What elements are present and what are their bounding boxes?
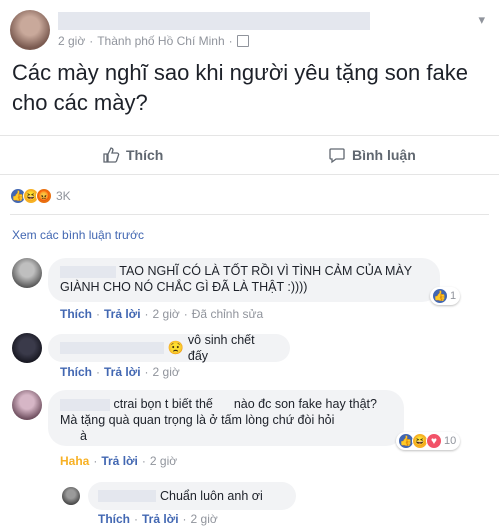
commenter-name-redacted[interactable]	[60, 265, 116, 278]
comment-time[interactable]: 2 giờ	[150, 454, 177, 468]
post-time[interactable]: 2 giờ	[58, 34, 85, 48]
post-meta: 2 giờ · Thành phố Hồ Chí Minh ·	[58, 34, 249, 48]
poster-avatar[interactable]	[10, 10, 50, 50]
comment-reaction-count: 1	[450, 290, 457, 302]
poster-name-redacted[interactable]	[58, 12, 370, 30]
reactions-summary[interactable]: 👍 😆 😡 3K	[10, 188, 71, 204]
love-reaction-icon: ♥	[426, 433, 442, 449]
commenter-avatar[interactable]	[12, 258, 42, 288]
angry-reaction-icon: 😡	[36, 188, 52, 204]
reply-time[interactable]: 2 giờ	[191, 512, 218, 526]
commenter-name-redacted[interactable]	[60, 342, 164, 354]
reply-like-link[interactable]: Thích	[98, 512, 130, 526]
privacy-icon	[236, 35, 249, 47]
reply-reply-link[interactable]: Trả lời	[142, 512, 179, 526]
reply-actions: Thích · Trả lời · 2 giờ	[98, 512, 218, 526]
comment-edited[interactable]: Đã chỉnh sửa	[192, 307, 263, 321]
comment-reactions[interactable]: 👍 1	[430, 287, 461, 305]
like-reaction-icon: 👍	[432, 288, 448, 304]
comment-bubble: 😟 vô sinh chết đấy	[48, 333, 290, 363]
comment-reply-link[interactable]: Trả lời	[104, 307, 141, 321]
reply-text: Chuẩn luôn anh ơi	[160, 489, 263, 503]
like-button[interactable]: Thích	[102, 146, 163, 164]
post-location[interactable]: Thành phố Hồ Chí Minh	[97, 34, 224, 48]
reaction-count: 3K	[56, 189, 71, 203]
comment-label: Bình luận	[352, 147, 416, 163]
comment-button[interactable]: Bình luận	[328, 146, 416, 164]
comment-text-line2: Mà tặng quà quan trọng là ở tấm lòng chứ…	[60, 413, 335, 427]
comment-text: vô sinh chết đấy	[187, 333, 255, 363]
comment-actions: Thích · Trả lời · 2 giờ	[60, 365, 180, 379]
comment-time[interactable]: 2 giờ	[153, 307, 180, 321]
comment-actions: Thích · Trả lời · 2 giờ · Đã chỉnh sửa	[60, 307, 264, 321]
post-options-icon[interactable]: ▾	[478, 12, 485, 28]
commenter-avatar[interactable]	[12, 390, 42, 420]
comment-bubble: TAO NGHĨ CÓ LÀ TỐT RỒI VÌ TÌNH CẢM CỦA M…	[48, 258, 440, 302]
comment-like-link[interactable]: Thích	[60, 307, 92, 321]
commenter-name-redacted[interactable]	[60, 398, 110, 411]
comment-bubble: ctrai bọn t biết thế nào đc son fake hay…	[48, 390, 404, 446]
post-text: Các mày nghĩ sao khi người yêu tặng son …	[12, 60, 468, 115]
thumbs-up-icon	[103, 147, 120, 163]
divider	[0, 174, 499, 175]
comment-text-part1: ctrai bọn t biết thế	[113, 397, 213, 411]
comment-text-part2: nào đc son fake hay thật?	[233, 397, 377, 411]
replier-name-redacted[interactable]	[98, 490, 156, 502]
divider	[0, 135, 499, 136]
comment-reactions[interactable]: 👍 😆 ♥ 10	[396, 432, 461, 450]
comment-reply-link[interactable]: Trả lời	[104, 365, 141, 379]
reply-bubble: Chuẩn luôn anh ơi	[88, 482, 296, 510]
comment-actions: Haha · Trả lời · 2 giờ	[60, 454, 178, 468]
like-label: Thích	[126, 147, 164, 163]
comment-icon	[329, 148, 345, 164]
comment-reaction-count: 10	[444, 435, 457, 447]
comment-haha-link[interactable]: Haha	[60, 454, 89, 468]
comment-text-line3: à	[80, 429, 87, 443]
view-previous-comments[interactable]: Xem các bình luận trước	[12, 228, 144, 242]
comment-reply-link[interactable]: Trả lời	[101, 454, 138, 468]
reply-avatar[interactable]	[62, 487, 80, 505]
confused-emoji-icon: 😟	[167, 340, 184, 355]
commenter-avatar[interactable]	[12, 333, 42, 363]
divider	[10, 214, 489, 215]
redacted-text	[216, 398, 231, 411]
comment-time[interactable]: 2 giờ	[153, 365, 180, 379]
comment-like-link[interactable]: Thích	[60, 365, 92, 379]
